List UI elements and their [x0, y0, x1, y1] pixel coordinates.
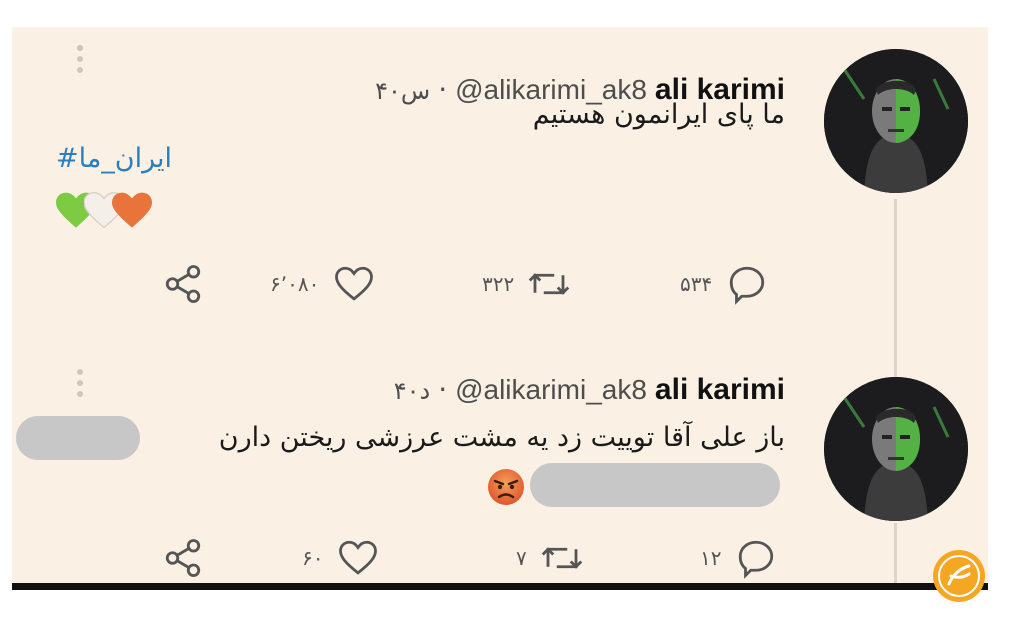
- reply-icon: [739, 540, 774, 579]
- avatar[interactable]: [824, 49, 968, 193]
- tweet-time: ۴۰س: [375, 77, 431, 105]
- retweet-count: ۳۲۲: [482, 272, 515, 296]
- share-button[interactable]: [162, 537, 204, 579]
- reply-count: ۵۳۴: [680, 272, 713, 296]
- tweet-actions: ۶٬۰۸۰ ۳۲۲ ۵۳۴: [12, 263, 988, 313]
- retweet-icon: [528, 273, 570, 295]
- separator-dot: ·: [438, 373, 448, 406]
- tweet-actions: ۶۰ ۷ ۱۲: [12, 537, 988, 583]
- angry-face-icon: [488, 469, 524, 505]
- retweet-button[interactable]: ۳۲۲: [482, 263, 570, 305]
- redacted-text: [530, 463, 780, 507]
- reply-icon: [730, 266, 765, 305]
- reply-button[interactable]: ۱۲: [700, 537, 777, 579]
- retweet-button[interactable]: ۷: [516, 537, 583, 579]
- bottom-divider: [12, 583, 988, 590]
- orange-heart-icon: [112, 192, 152, 228]
- reply-button[interactable]: ۵۳۴: [680, 263, 768, 305]
- more-options-icon[interactable]: [75, 369, 85, 397]
- tweet-text: ما پای ایرانمون هستیم: [532, 99, 785, 130]
- avatar[interactable]: [824, 377, 968, 521]
- separator-dot: ·: [438, 73, 448, 106]
- like-count: ۶٬۰۸۰: [270, 272, 320, 296]
- display-name[interactable]: ali karimi: [655, 373, 785, 407]
- share-icon: [165, 539, 201, 577]
- user-handle[interactable]: @alikarimi_ak8: [455, 374, 647, 406]
- redacted-text: [16, 416, 140, 460]
- retweet-count: ۷: [516, 546, 527, 570]
- like-count: ۶۰: [302, 546, 324, 570]
- watermark-logo-icon: [933, 550, 985, 602]
- hashtag-link[interactable]: ایران_ما#: [56, 143, 172, 174]
- tweet-thread-card: ۴۰س · @alikarimi_ak8 ali karimi ما پای ا…: [12, 27, 988, 583]
- tweet-text-line-1: باز علی آقا توییت زد یه مشت عرزشی ریختن …: [218, 422, 785, 453]
- heart-emojis: [56, 192, 152, 230]
- reply-count: ۱۲: [700, 546, 722, 570]
- share-button[interactable]: [162, 263, 204, 305]
- like-icon: [339, 540, 378, 575]
- like-button[interactable]: ۶٬۰۸۰: [270, 263, 375, 305]
- like-icon: [335, 266, 374, 301]
- retweet-icon: [541, 547, 582, 569]
- more-options-icon[interactable]: [75, 45, 85, 73]
- tweet-time: ۴۰د: [393, 377, 431, 405]
- like-button[interactable]: ۶۰: [302, 537, 379, 579]
- tweet-header: ۴۰د · @alikarimi_ak8 ali karimi: [394, 373, 785, 407]
- share-icon: [165, 265, 201, 303]
